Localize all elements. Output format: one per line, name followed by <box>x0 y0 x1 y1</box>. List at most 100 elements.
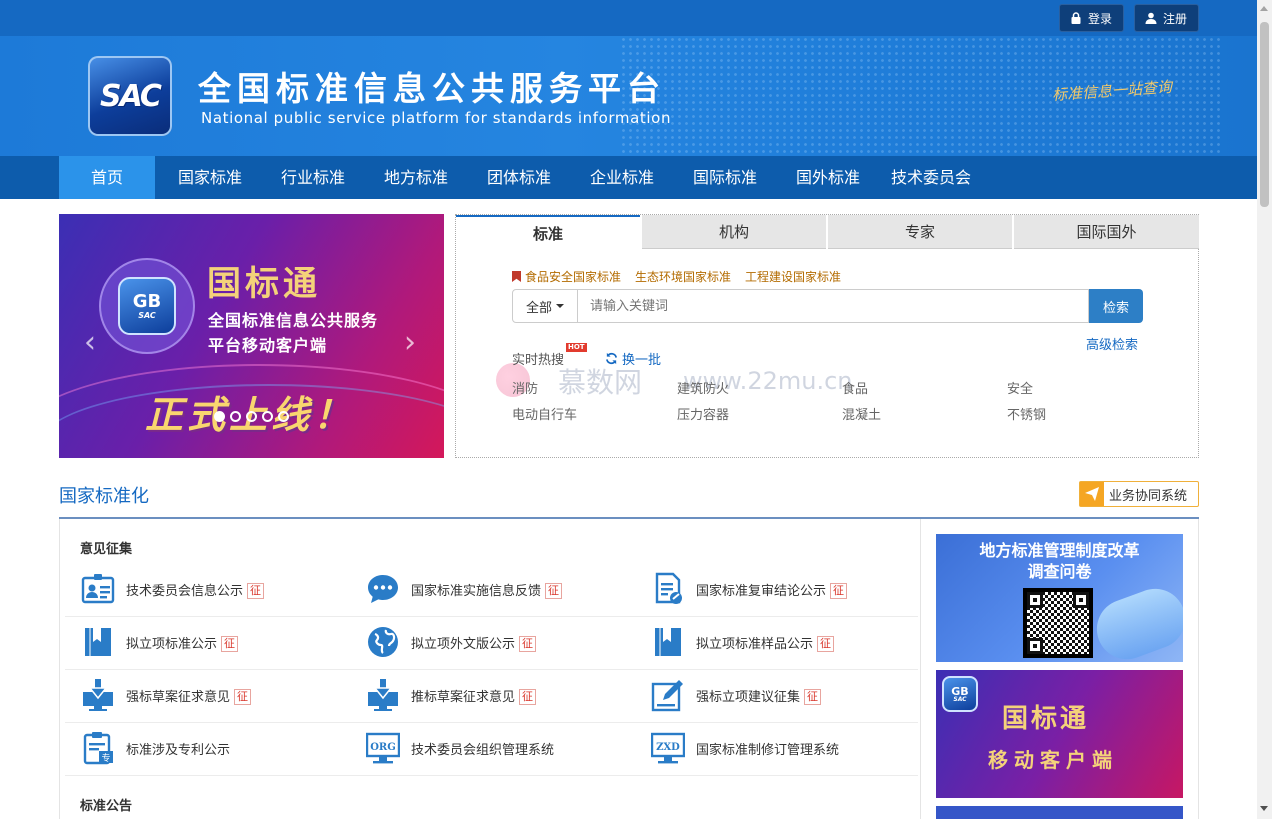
carousel-dot[interactable] <box>230 411 241 422</box>
promo-banner-partial[interactable] <box>936 806 1183 819</box>
nav-item-committee[interactable]: 技术委员会 <box>883 156 979 199</box>
quick-link-construction[interactable]: 工程建设国家标准 <box>745 268 841 285</box>
chat-bubble-icon <box>365 571 401 607</box>
login-button[interactable]: 登录 <box>1059 4 1124 32</box>
nav-item-international[interactable]: 国际标准 <box>677 156 773 199</box>
entry-review-conclusion[interactable]: 国家标准复审结论公示征 <box>650 571 848 607</box>
carousel-prev-icon[interactable]: ‹ <box>79 328 101 358</box>
search-panel: 标准 机构 专家 国际国外 食品安全国家标准 生态环境国家标准 工程建设国家标准… <box>455 214 1199 458</box>
tab-standard[interactable]: 标准 <box>456 215 640 249</box>
advanced-search-link[interactable]: 高级检索 <box>1086 334 1138 353</box>
bookmark-icon <box>512 271 521 282</box>
tag-badge: 征 <box>830 582 848 599</box>
tag-badge: 征 <box>817 635 835 652</box>
entry-mandatory-draft[interactable]: 强标草案征求意见征 <box>80 677 252 713</box>
bookmark-book-icon <box>650 624 686 660</box>
hot-word[interactable]: 建筑防火 <box>677 378 729 397</box>
app-promo-subtitle: 移动客户端 <box>988 748 1118 772</box>
search-row: 全部 检索 <box>512 289 1143 323</box>
paper-plane-icon <box>1080 482 1104 506</box>
entry-committee-info[interactable]: 技术委员会信息公示征 <box>80 571 265 607</box>
entry-recommended-draft[interactable]: 推标草案征求意见征 <box>365 677 537 713</box>
carousel-next-icon[interactable]: › <box>399 328 421 358</box>
promo-carousel[interactable]: GB SAC 国标通 全国标准信息公共服务 平台移动客户端 正式上线！ ‹ › <box>59 214 444 458</box>
quick-links: 食品安全国家标准 生态环境国家标准 工程建设国家标准 <box>512 268 841 285</box>
hot-word[interactable]: 混凝土 <box>842 404 881 423</box>
user-icon <box>1145 12 1157 24</box>
quick-link-food[interactable]: 食品安全国家标准 <box>512 268 621 285</box>
tag-badge: 征 <box>804 688 822 705</box>
carousel-dot[interactable] <box>246 411 257 422</box>
carousel-dot[interactable] <box>278 411 289 422</box>
survey-title-line-1: 地方标准管理制度改革 <box>979 541 1140 560</box>
survey-title-line-2: 调查问卷 <box>1027 562 1092 581</box>
hot-badge: HOT <box>566 343 587 352</box>
carousel-dot[interactable] <box>262 411 273 422</box>
entry-patent-disclosure[interactable]: 专 标准涉及专利公示 <box>80 730 230 766</box>
carousel-dot[interactable] <box>214 411 225 422</box>
entry-standard-sample[interactable]: 拟立项标准样品公示征 <box>650 624 835 660</box>
entry-implementation-feedback[interactable]: 国家标准实施信息反馈征 <box>365 571 563 607</box>
site-title: 全国标准信息公共服务平台 <box>198 69 666 108</box>
entry-mandatory-proposal[interactable]: 强标立项建议征集征 <box>650 677 822 713</box>
hot-word[interactable]: 安全 <box>1007 378 1033 397</box>
carousel-line-2: 平台移动客户端 <box>208 336 328 355</box>
carousel-line-1: 全国标准信息公共服务 <box>208 311 379 330</box>
register-label: 注册 <box>1163 11 1188 26</box>
nav-item-group[interactable]: 团体标准 <box>471 156 567 199</box>
tab-organization[interactable]: 机构 <box>642 215 826 249</box>
tag-badge: 征 <box>247 582 265 599</box>
quick-link-ecology[interactable]: 生态环境国家标准 <box>635 268 731 285</box>
carousel-dots <box>214 411 289 422</box>
tag-badge: 征 <box>519 635 537 652</box>
tab-expert[interactable]: 专家 <box>828 215 1012 249</box>
hot-word[interactable]: 电动自行车 <box>512 404 577 423</box>
hot-word[interactable]: 压力容器 <box>677 404 729 423</box>
app-promo-title: 国标通 <box>1002 704 1090 734</box>
tab-international[interactable]: 国际国外 <box>1014 215 1199 249</box>
nav-item-industry[interactable]: 行业标准 <box>265 156 361 199</box>
comments-title: 意见征集 <box>80 542 133 557</box>
survey-promo[interactable]: 地方标准管理制度改革 调查问卷 <box>936 534 1183 662</box>
section-title: 国家标准化 <box>59 486 149 507</box>
sac-logo[interactable]: SAC <box>88 56 172 136</box>
entry-committee-system[interactable]: ORG 技术委员会组织管理系统 <box>365 730 554 766</box>
pen-edit-icon <box>650 677 686 713</box>
nav-item-national[interactable]: 国家标准 <box>162 156 258 199</box>
svg-text:ZXD: ZXD <box>656 742 680 753</box>
register-button[interactable]: 注册 <box>1134 4 1199 32</box>
scroll-down-icon[interactable] <box>1260 806 1268 811</box>
login-label: 登录 <box>1088 11 1113 26</box>
download-monitor-icon <box>365 677 401 713</box>
page-scrollbar[interactable] <box>1257 0 1272 819</box>
tag-badge: 征 <box>545 582 563 599</box>
org-monitor-icon: ORG <box>365 730 401 766</box>
hot-word[interactable]: 不锈钢 <box>1007 404 1046 423</box>
scroll-thumb[interactable] <box>1260 22 1269 207</box>
collab-system-button[interactable]: 业务协同系统 <box>1079 481 1199 507</box>
entry-foreign-edition[interactable]: 拟立项外文版公示征 <box>365 624 537 660</box>
svg-text:专: 专 <box>101 752 110 764</box>
hot-word[interactable]: 食品 <box>842 378 868 397</box>
search-button[interactable]: 检索 <box>1089 289 1143 323</box>
entry-proposed-standard[interactable]: 拟立项标准公示征 <box>80 624 239 660</box>
lock-icon <box>1071 12 1081 24</box>
svg-text:ORG: ORG <box>370 742 396 753</box>
hot-word[interactable]: 消防 <box>512 378 538 397</box>
nav-item-home[interactable]: 首页 <box>59 156 155 199</box>
scroll-up-icon[interactable] <box>1260 6 1268 11</box>
nav-item-foreign[interactable]: 国外标准 <box>780 156 876 199</box>
nav-item-local[interactable]: 地方标准 <box>368 156 464 199</box>
gb-app-icon: GB SAC <box>99 258 195 354</box>
header-banner: SAC 全国标准信息公共服务平台 National public service… <box>0 36 1257 156</box>
nav-item-enterprise[interactable]: 企业标准 <box>574 156 670 199</box>
refresh-button[interactable]: 换一批 <box>605 349 661 368</box>
gb-app-icon: GB SAC <box>942 676 978 712</box>
tag-badge: 征 <box>519 688 537 705</box>
search-input[interactable] <box>578 289 1089 323</box>
entry-revision-system[interactable]: ZXD 国家标准制修订管理系统 <box>650 730 839 766</box>
scope-dropdown[interactable]: 全部 <box>512 289 578 323</box>
download-monitor-icon <box>80 677 116 713</box>
tag-badge: 征 <box>234 688 252 705</box>
app-promo[interactable]: GB SAC 国标通 移动客户端 <box>936 670 1183 798</box>
